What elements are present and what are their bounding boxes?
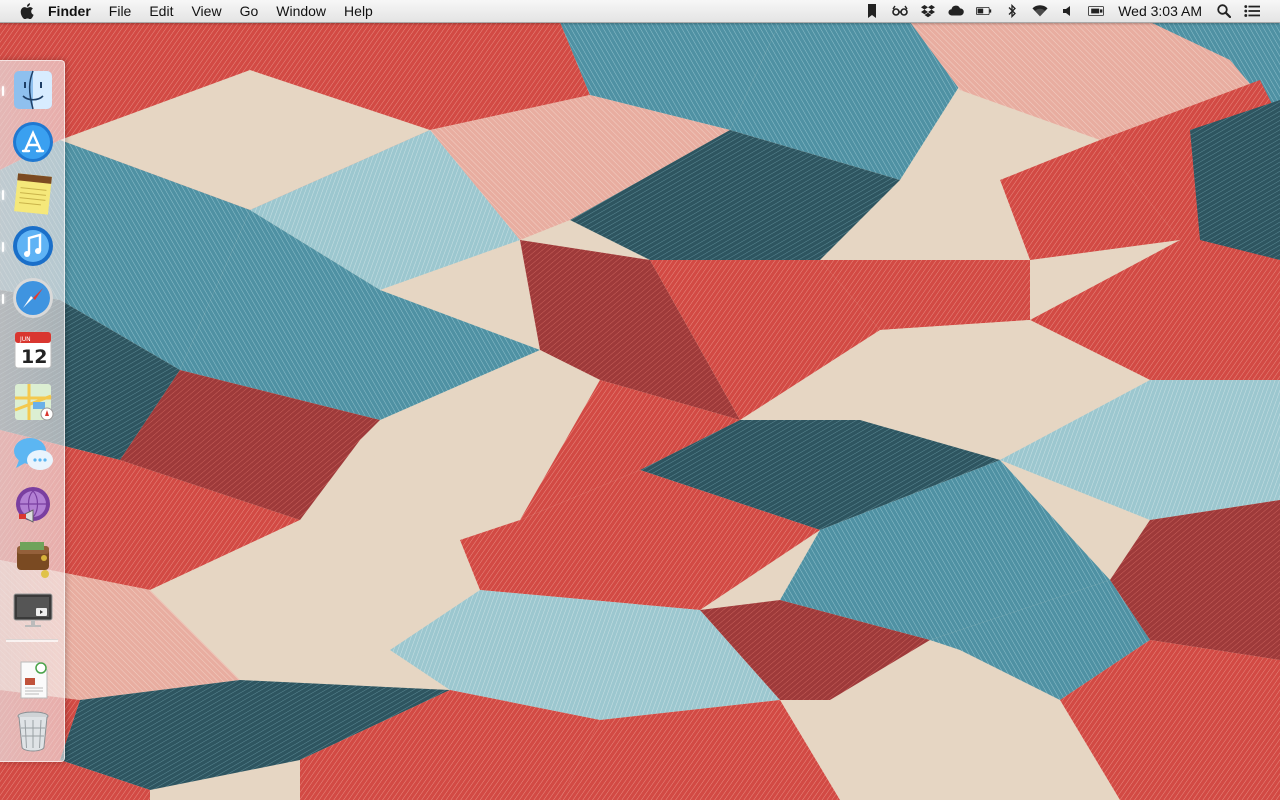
maps-icon (14, 384, 54, 421)
menu-help[interactable]: Help (335, 0, 382, 22)
wallpaper-geometric-pattern (0, 0, 1280, 800)
calendar-day: 12 (21, 346, 47, 368)
dock-item-maps[interactable] (10, 379, 56, 425)
bookmark-icon[interactable] (864, 3, 880, 19)
itunes-icon (13, 226, 53, 266)
messages-icon (14, 438, 53, 470)
spotlight-search-icon[interactable] (1216, 3, 1232, 19)
dock-item-preview-document[interactable] (10, 657, 56, 703)
dock-item-notes[interactable] (2, 171, 56, 217)
cloud-icon[interactable] (948, 3, 964, 19)
menu-view[interactable]: View (182, 0, 230, 22)
notification-center-icon[interactable] (1244, 3, 1260, 19)
dropbox-icon[interactable] (920, 3, 936, 19)
dock-item-wallet[interactable] (10, 535, 56, 581)
trash-icon (17, 711, 49, 752)
dock-item-calendar[interactable]: JUN 12 (10, 327, 56, 373)
running-indicator (2, 190, 4, 200)
apple-menu-icon[interactable] (20, 3, 34, 20)
dock-item-safari[interactable] (2, 275, 56, 321)
calendar-icon: JUN 12 (14, 331, 52, 369)
menu-file[interactable]: File (100, 0, 141, 22)
battery-icon[interactable] (976, 3, 992, 19)
calendar-month: JUN (19, 336, 31, 343)
dock: JUN 12 (0, 60, 65, 762)
running-indicator (2, 242, 4, 252)
dock-separator (6, 639, 58, 642)
menu-app-name[interactable]: Finder (48, 0, 100, 22)
wallet-icon (17, 542, 49, 578)
safari-icon (13, 278, 53, 318)
desktop-wallpaper (0, 0, 1280, 800)
dock-item-podcast[interactable] (10, 483, 56, 529)
volume-icon[interactable] (1060, 3, 1076, 19)
menu-bar: Finder File Edit View Go Window Help Wed… (0, 0, 1280, 23)
podcast-icon (16, 487, 50, 523)
dock-item-app-store[interactable] (10, 119, 56, 165)
running-indicator (2, 86, 4, 96)
dock-item-trash[interactable] (10, 707, 56, 753)
display-icon[interactable] (1088, 3, 1105, 19)
notes-icon (14, 173, 52, 215)
glasses-icon[interactable] (892, 3, 909, 19)
menu-edit[interactable]: Edit (140, 0, 182, 22)
dock-item-finder[interactable] (2, 67, 56, 113)
menu-window[interactable]: Window (267, 0, 335, 22)
finder-icon (14, 70, 52, 110)
dvd-player-icon (13, 593, 53, 627)
bluetooth-icon[interactable] (1004, 3, 1020, 19)
menu-go[interactable]: Go (231, 0, 268, 22)
dock-item-messages[interactable] (10, 431, 56, 477)
dock-item-dvd-player[interactable] (10, 587, 56, 633)
running-indicator (2, 294, 4, 304)
wifi-icon[interactable] (1032, 3, 1048, 19)
app-store-icon (13, 122, 53, 162)
document-icon (20, 661, 48, 699)
menu-clock[interactable]: Wed 3:03 AM (1110, 3, 1210, 19)
dock-item-itunes[interactable] (2, 223, 56, 269)
